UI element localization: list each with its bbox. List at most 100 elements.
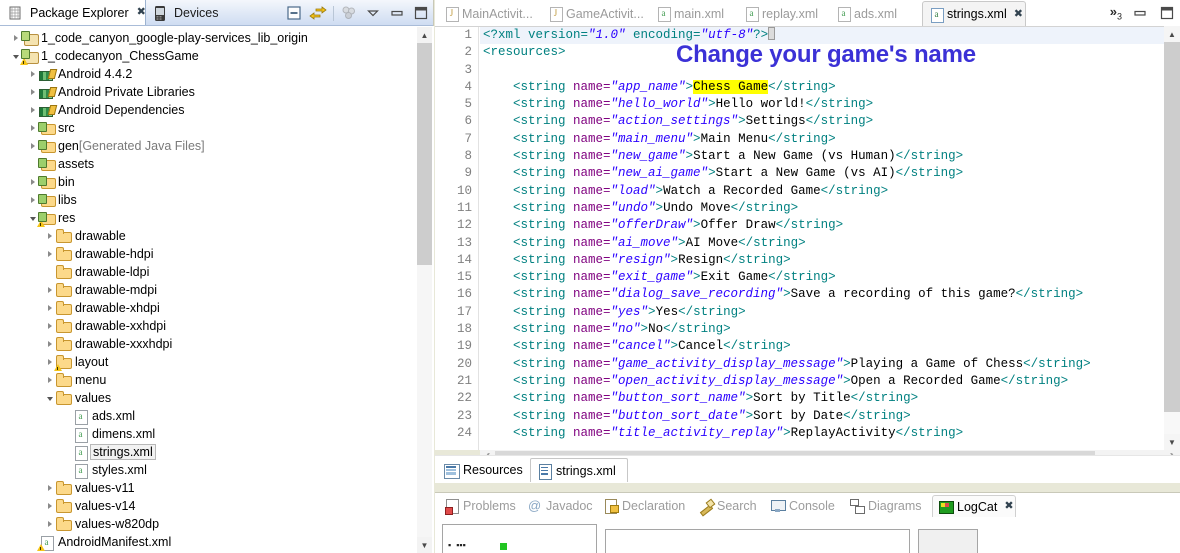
editor-tab-mainactivit[interactable]: MainActivit... xyxy=(438,1,542,26)
code-line[interactable]: <string name="dialog_save_recording">Sav… xyxy=(480,286,1170,303)
editor-scroll-down-arrow[interactable]: ▼ xyxy=(1164,434,1180,450)
code-line[interactable]: <string name="new_ai_game">Start a New G… xyxy=(480,165,1170,182)
editor-tab-strings-xml[interactable]: strings.xml ✖ xyxy=(922,1,1026,26)
bottom-tab-declaration[interactable]: Declaration xyxy=(598,495,693,517)
code-line[interactable]: <string name="exit_game">Exit Game</stri… xyxy=(480,269,1170,286)
tree-item-drawable-xhdpi[interactable]: drawable-xhdpi xyxy=(0,299,434,317)
bottom-tab-javadoc[interactable]: Javadoc xyxy=(522,495,598,517)
tab-package-explorer[interactable]: Package Explorer ✖ xyxy=(0,0,146,25)
code-line[interactable]: <string name="title_activity_replay">Rep… xyxy=(480,425,1170,442)
chevron-right-icon[interactable] xyxy=(27,101,38,119)
code-line[interactable]: <string name="button_sort_name">Sort by … xyxy=(480,390,1170,407)
code-content[interactable]: <?xml version="1.0" encoding="utf-8"?> <r… xyxy=(480,27,1170,450)
editor-tab-main-xml[interactable]: main.xml xyxy=(650,1,738,26)
code-line[interactable]: <string name="game_activity_display_mess… xyxy=(480,356,1170,373)
logcat-saved-filters-list[interactable]: ▪ ▪▪▪ xyxy=(442,524,597,553)
bottom-tab-search[interactable]: Search xyxy=(693,495,765,517)
tree-item-bin[interactable]: bin xyxy=(0,173,434,191)
tree-item-libs[interactable]: libs xyxy=(0,191,434,209)
chevron-right-icon[interactable] xyxy=(44,227,55,245)
chevron-right-icon[interactable] xyxy=(27,119,38,137)
tree-item-android-private-libraries[interactable]: Android Private Libraries xyxy=(0,83,434,101)
editor-scroll-up-arrow[interactable]: ▲ xyxy=(1164,26,1180,42)
chevron-right-icon[interactable] xyxy=(27,173,38,191)
tree-item-strings-xml[interactable]: strings.xml xyxy=(0,443,434,461)
tree-item-android-4-4-2[interactable]: Android 4.4.2 xyxy=(0,65,434,83)
code-line[interactable]: <string name="action_settings">Settings<… xyxy=(480,113,1170,130)
editor-page-tab-resources[interactable]: Resources xyxy=(437,458,530,482)
tree-item-gen[interactable]: gen [Generated Java Files] xyxy=(0,137,434,155)
chevron-right-icon[interactable] xyxy=(44,371,55,389)
tree-item-android-dependencies[interactable]: Android Dependencies xyxy=(0,101,434,119)
xml-source-editor[interactable]: 1 2 3 4 5 6 7 8 9 10 11 12 13 14 15 16 17 18 19 20 21 22 23 24 … xyxy=(435,26,1180,450)
code-line[interactable]: <string name="ai_move">AI Move</string> xyxy=(480,235,1170,252)
project-tree[interactable]: 1_code_canyon_google-play-services_lib_o… xyxy=(0,26,434,553)
chevron-right-icon[interactable] xyxy=(44,335,55,353)
scroll-thumb[interactable] xyxy=(417,43,432,265)
code-line[interactable]: <string name="hello_world">Hello world!<… xyxy=(480,96,1170,113)
editor-tab-overflow-icon[interactable]: »3 xyxy=(1110,5,1122,22)
chevron-right-icon[interactable] xyxy=(27,83,38,101)
editor-page-tab-strings-xml[interactable]: strings.xml xyxy=(530,458,628,482)
tree-item-values[interactable]: values xyxy=(0,389,434,407)
close-icon[interactable]: ✖ xyxy=(137,7,146,18)
chevron-right-icon[interactable] xyxy=(44,299,55,317)
tree-item-styles-xml[interactable]: styles.xml xyxy=(0,461,434,479)
editor-tab-gameactivit[interactable]: GameActivit... xyxy=(542,1,650,26)
logcat-search-input[interactable] xyxy=(605,529,910,553)
code-line[interactable]: <string name="cancel">Cancel</string> xyxy=(480,338,1170,355)
chevron-right-icon[interactable] xyxy=(27,137,38,155)
tab-devices[interactable]: Devices xyxy=(146,0,246,25)
chevron-right-icon[interactable] xyxy=(10,29,21,47)
tree-item-values-w820dp[interactable]: values-w820dp xyxy=(0,515,434,533)
chevron-right-icon[interactable] xyxy=(44,317,55,335)
view-menu-icon[interactable] xyxy=(364,4,382,22)
scroll-down-arrow[interactable]: ▼ xyxy=(417,537,432,553)
chevron-right-icon[interactable] xyxy=(27,191,38,209)
chevron-down-icon[interactable] xyxy=(44,389,55,407)
chevron-right-icon[interactable] xyxy=(27,65,38,83)
editor-tab-replay-xml[interactable]: replay.xml xyxy=(738,1,830,26)
tree-item-dimens-xml[interactable]: dimens.xml xyxy=(0,425,434,443)
code-line[interactable]: <string name="main_menu">Main Menu</stri… xyxy=(480,131,1170,148)
tree-item-ads-xml[interactable]: ads.xml xyxy=(0,407,434,425)
code-line[interactable]: <string name="yes">Yes</string> xyxy=(480,304,1170,321)
chevron-right-icon[interactable] xyxy=(44,497,55,515)
tree-item-drawable-xxxhdpi[interactable]: drawable-xxxhdpi xyxy=(0,335,434,353)
scroll-up-arrow[interactable]: ▲ xyxy=(417,27,432,43)
tree-item-1-code-canyon-google-play-services-lib-origin[interactable]: 1_code_canyon_google-play-services_lib_o… xyxy=(0,29,434,47)
tree-item-androidmanifest-xml[interactable]: AndroidManifest.xml xyxy=(0,533,434,551)
editor-maximize-icon[interactable] xyxy=(1158,4,1176,22)
close-icon[interactable]: ✖ xyxy=(1004,501,1013,512)
link-with-editor-icon[interactable] xyxy=(309,4,327,22)
horizontal-sash[interactable] xyxy=(435,483,1180,492)
tree-item-values-v14[interactable]: values-v14 xyxy=(0,497,434,515)
logcat-level-combo[interactable] xyxy=(918,529,978,553)
editor-minimize-icon[interactable] xyxy=(1131,4,1149,22)
bottom-tab-logcat[interactable]: LogCat ✖ xyxy=(932,495,1016,517)
tree-item-drawable-mdpi[interactable]: drawable-mdpi xyxy=(0,281,434,299)
code-line[interactable]: <string name="open_activity_display_mess… xyxy=(480,373,1170,390)
tree-item-drawable-xxhdpi[interactable]: drawable-xxhdpi xyxy=(0,317,434,335)
chevron-right-icon[interactable] xyxy=(44,281,55,299)
code-line[interactable]: <string name="resign">Resign</string> xyxy=(480,252,1170,269)
tree-item-1-codecanyon-chessgame[interactable]: 1_codecanyon_ChessGame xyxy=(0,47,434,65)
chevron-right-icon[interactable] xyxy=(44,245,55,263)
editor-scroll-thumb[interactable] xyxy=(1164,42,1180,412)
tree-item-values-v11[interactable]: values-v11 xyxy=(0,479,434,497)
tree-item-drawable-ldpi[interactable]: drawable-ldpi xyxy=(0,263,434,281)
code-line[interactable]: <string name="offerDraw">Offer Draw</str… xyxy=(480,217,1170,234)
filters-icon[interactable] xyxy=(340,4,358,22)
code-line[interactable]: <string name="button_sort_date">Sort by … xyxy=(480,408,1170,425)
code-line[interactable]: <string name="load">Watch a Recorded Gam… xyxy=(480,183,1170,200)
code-line[interactable]: <string name="undo">Undo Move</string> xyxy=(480,200,1170,217)
code-line[interactable]: <string name="no">No</string> xyxy=(480,321,1170,338)
editor-tab-ads-xml[interactable]: ads.xml xyxy=(830,1,910,26)
bottom-tab-diagrams[interactable]: Diagrams xyxy=(844,495,932,517)
tree-item-menu[interactable]: menu xyxy=(0,371,434,389)
minimize-icon[interactable] xyxy=(388,4,406,22)
close-icon[interactable]: ✖ xyxy=(1014,8,1023,20)
chevron-right-icon[interactable] xyxy=(44,515,55,533)
package-explorer-scrollbar[interactable]: ▲ ▼ xyxy=(417,27,432,553)
bottom-tab-console[interactable]: Console xyxy=(765,495,844,517)
